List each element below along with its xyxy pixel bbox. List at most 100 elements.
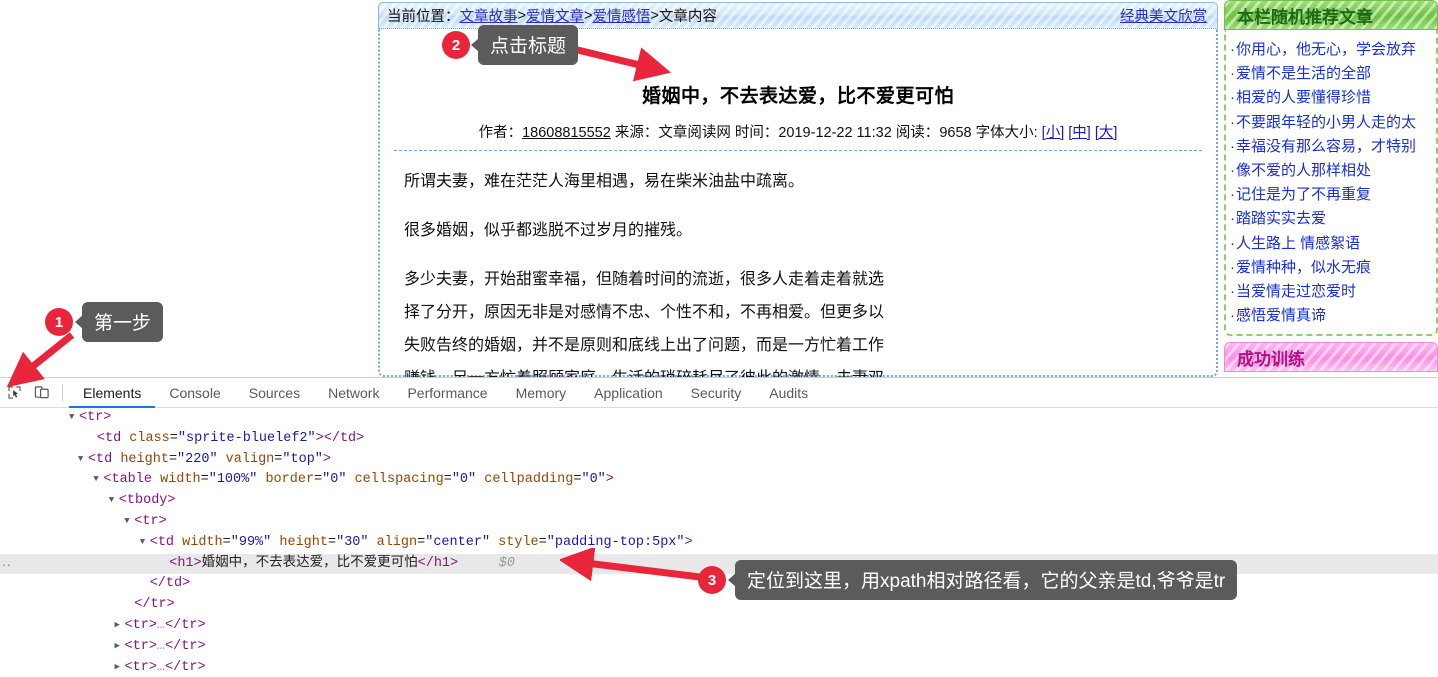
disclosure-triangle-icon[interactable]	[115, 636, 125, 657]
list-item-label: 人生路上 情感絮语	[1236, 234, 1361, 252]
author-label: 作者：	[478, 125, 523, 141]
dom-node[interactable]: <table width="100%" border="0" cellspaci…	[0, 470, 1438, 491]
list-item[interactable]: ·像不爱的人那样相处	[1230, 159, 1434, 183]
dom-node[interactable]: </td>	[0, 574, 1438, 595]
disclosure-triangle-icon[interactable]	[69, 408, 79, 428]
list-item[interactable]: ·感悟爱情真谛	[1230, 304, 1434, 328]
article-paragraph: 很多婚姻，似乎都逃脱不过岁月的摧残。	[404, 222, 693, 239]
list-item[interactable]: ·不要跟年轻的小男人走的太	[1230, 111, 1434, 135]
list-item-label: 不要跟年轻的小男人走的太	[1236, 113, 1417, 131]
breadcrumb-current: 文章内容	[658, 9, 717, 25]
right-sidebar: 本栏随机推荐文章 ·你用心，他无心，学会放弃 ·爱情不是生活的全部 ·相爱的人要…	[1224, 0, 1438, 377]
bullet-icon: ·	[1230, 283, 1235, 301]
article-meta: 作者：18608815552 来源：文章阅读网 时间：2019-12-22 11…	[394, 121, 1202, 151]
dom-node[interactable]: <td width="99%" height="30" align="cente…	[0, 533, 1438, 554]
list-item[interactable]: ·爱情种种，似水无痕	[1230, 256, 1434, 280]
success-training-panel: 成功训练	[1224, 342, 1438, 373]
tab-application[interactable]: Application	[580, 378, 677, 407]
list-item-label: 记住是为了不再重复	[1236, 186, 1372, 204]
dom-node[interactable]: <tr>	[0, 408, 1438, 429]
tab-performance[interactable]: Performance	[393, 378, 501, 407]
dom-tree[interactable]: <tr><td class="sprite-bluelef2"></td><td…	[0, 408, 1438, 677]
devtools-panel: Elements Console Sources Network Perform…	[0, 377, 1438, 677]
list-item-label: 幸福没有那么容易，才特别	[1236, 137, 1417, 155]
breadcrumb-separator: >	[583, 7, 593, 24]
list-item-label: 感悟爱情真谛	[1236, 307, 1327, 325]
dom-node[interactable]: <tr>…</tr>	[0, 658, 1438, 677]
list-item[interactable]: ·相爱的人要懂得珍惜	[1230, 86, 1434, 110]
tab-memory[interactable]: Memory	[502, 378, 581, 407]
article-container: 婚姻中，不去表达爱，比不爱更可怕 作者：18608815552 来源：文章阅读网…	[378, 28, 1218, 377]
list-item[interactable]: ·人生路上 情感絮语	[1230, 232, 1434, 256]
recommended-articles-header: 本栏随机推荐文章	[1224, 0, 1438, 30]
dom-node[interactable]: <td class="sprite-bluelef2"></td>	[0, 429, 1438, 450]
disclosure-triangle-icon[interactable]	[115, 615, 125, 636]
bullet-icon: ·	[1230, 65, 1235, 83]
list-item-label: 踏踏实实去爱	[1236, 210, 1327, 228]
reads-value: 9658	[939, 125, 972, 141]
tab-sources[interactable]: Sources	[235, 378, 314, 407]
list-item-label: 当爱情走过恋爱时	[1236, 283, 1357, 301]
bullet-icon: ·	[1230, 89, 1235, 107]
dom-node[interactable]: <tr>	[0, 512, 1438, 533]
dom-node[interactable]: <tr>…</tr>	[0, 616, 1438, 637]
fontsize-large-button[interactable]: [大]	[1095, 125, 1118, 141]
bullet-icon: ·	[1230, 186, 1235, 204]
tab-network[interactable]: Network	[314, 378, 393, 407]
time-label: 时间：	[734, 125, 779, 141]
article-title[interactable]: 婚姻中，不去表达爱，比不爱更可怕	[394, 81, 1202, 108]
list-item-label: 爱情种种，似水无痕	[1236, 258, 1372, 276]
tab-security[interactable]: Security	[677, 378, 756, 407]
time-value: 2019-12-22 11:32	[778, 125, 892, 141]
list-item[interactable]: ·当爱情走过恋爱时	[1230, 280, 1434, 304]
list-item-label: 你用心，他无心，学会放弃	[1236, 41, 1417, 58]
fontsize-small-button[interactable]: [小]	[1042, 125, 1065, 141]
bullet-icon: ·	[1230, 307, 1235, 325]
recommended-articles-panel: 本栏随机推荐文章 ·你用心，他无心，学会放弃 ·爱情不是生活的全部 ·相爱的人要…	[1224, 0, 1438, 337]
inspect-element-icon[interactable]	[0, 378, 28, 407]
dom-node[interactable]: <tbody>	[0, 491, 1438, 512]
fontsize-medium-button[interactable]: [中]	[1068, 125, 1091, 141]
tab-audits[interactable]: Audits	[755, 378, 822, 407]
list-item-label: 相爱的人要懂得珍惜	[1236, 89, 1372, 107]
list-item[interactable]: ·记住是为了不再重复	[1230, 183, 1434, 207]
tab-console[interactable]: Console	[155, 378, 234, 407]
bullet-icon: ·	[1230, 210, 1235, 228]
dom-node[interactable]: </tr>	[0, 595, 1438, 616]
author-value[interactable]: 18608815552	[522, 125, 611, 141]
list-item[interactable]: ·踏踏实实去爱	[1230, 207, 1434, 231]
disclosure-triangle-icon[interactable]	[115, 657, 125, 677]
recommended-articles-list: ·你用心，他无心，学会放弃 ·爱情不是生活的全部 ·相爱的人要懂得珍惜 ·不要跟…	[1224, 30, 1438, 337]
panel-title: 成功训练	[1237, 349, 1305, 369]
disclosure-triangle-icon[interactable]	[78, 449, 88, 470]
bullet-icon: ·	[1230, 137, 1235, 155]
breadcrumb-label: 当前位置：	[387, 9, 460, 25]
dom-node-selected[interactable]: ‥ <h1>婚姻中，不去表达爱，比不爱更可怕</h1> $0	[0, 553, 1438, 575]
panel-title: 本栏随机推荐文章	[1237, 7, 1373, 27]
breadcrumb-link-0[interactable]: 文章故事	[460, 5, 518, 26]
dom-node[interactable]: <td height="220" valign="top">	[0, 450, 1438, 471]
fontsize-label: 字体大小:	[975, 125, 1038, 141]
reads-label: 阅读：	[895, 125, 940, 141]
disclosure-triangle-icon[interactable]	[93, 469, 103, 490]
breadcrumb-link-1[interactable]: 爱情文章	[526, 5, 584, 26]
breadcrumb-right-link[interactable]: 经典美文欣赏	[1120, 5, 1207, 26]
devtools-tabs: Elements Console Sources Network Perform…	[69, 378, 822, 408]
tab-elements[interactable]: Elements	[69, 378, 156, 408]
dom-node[interactable]: <tr>…</tr>	[0, 637, 1438, 658]
list-item[interactable]: ·幸福没有那么容易，才特别	[1230, 135, 1434, 159]
list-item[interactable]: ·爱情不是生活的全部	[1230, 62, 1434, 86]
list-item-label: 像不爱的人那样相处	[1236, 162, 1372, 180]
disclosure-triangle-icon[interactable]	[124, 511, 134, 532]
disclosure-triangle-icon[interactable]	[140, 532, 150, 553]
disclosure-triangle-icon[interactable]	[109, 490, 119, 511]
article-body: 所谓夫妻，难在茫茫人海里相遇，易在柴米油盐中疏离。 很多婚姻，似乎都逃脱不过岁月…	[404, 165, 884, 377]
breadcrumb-separator: >	[517, 7, 526, 24]
article-paragraph: 所谓夫妻，难在茫茫人海里相遇，易在柴米油盐中疏离。	[404, 173, 805, 190]
device-toolbar-icon[interactable]	[28, 378, 56, 407]
success-training-header: 成功训练	[1224, 342, 1438, 373]
source-label: 来源：	[614, 125, 659, 141]
list-item[interactable]: ·你用心，他无心，学会放弃	[1230, 38, 1434, 62]
article-column: 当前位置： 文章故事 > 爱情文章 > 爱情感悟 > 文章内容 经典美文欣赏 婚…	[376, 0, 1220, 377]
breadcrumb-link-2[interactable]: 爱情感悟	[592, 5, 650, 26]
